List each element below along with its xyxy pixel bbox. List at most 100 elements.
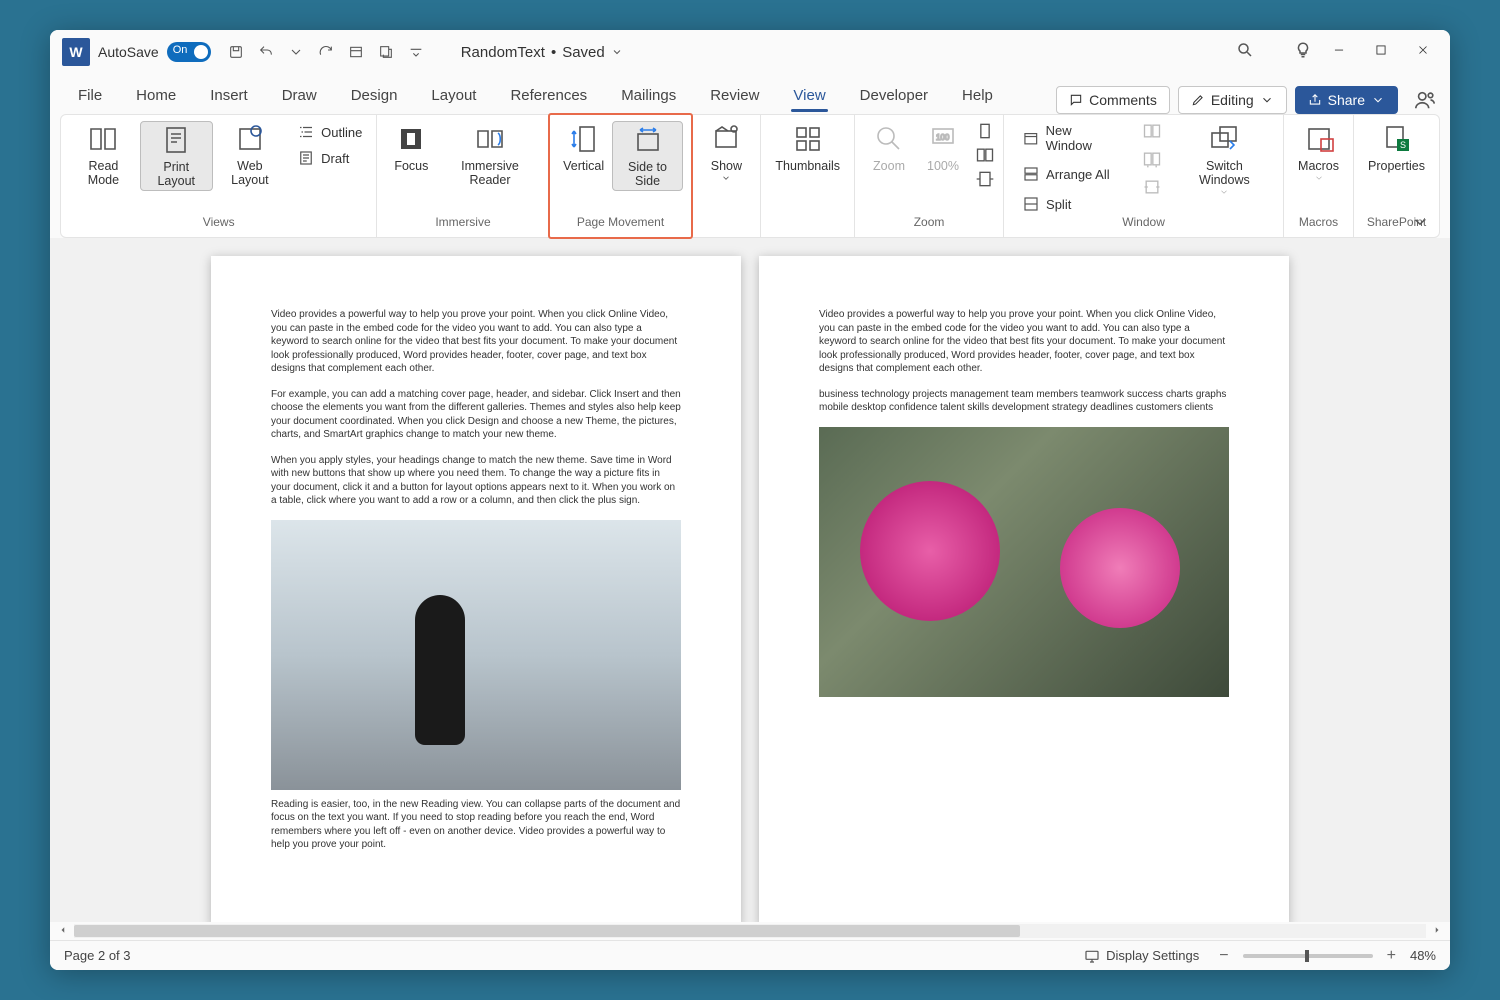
minimize-icon[interactable] (1332, 43, 1346, 62)
tab-references[interactable]: References (496, 79, 601, 114)
autosave-toggle[interactable]: On (167, 42, 211, 62)
page2-image-flowers[interactable] (819, 427, 1229, 697)
vertical-button[interactable]: Vertical (558, 121, 610, 175)
draft-icon (297, 149, 315, 167)
side-to-side-button[interactable]: Side to Side (612, 121, 684, 191)
tab-design[interactable]: Design (337, 79, 412, 114)
document-title[interactable]: RandomText • Saved (461, 44, 623, 61)
tab-review[interactable]: Review (696, 79, 773, 114)
tab-draw[interactable]: Draw (268, 79, 331, 114)
p1-para4: Reading is easier, too, in the new Readi… (271, 798, 681, 852)
tab-view[interactable]: View (779, 79, 839, 114)
share-button[interactable]: Share (1295, 86, 1398, 114)
qat-button-1[interactable] (343, 39, 369, 65)
focus-icon (395, 123, 427, 155)
word-app-icon: W (62, 38, 90, 66)
ribbon-collapse-icon[interactable] (1411, 213, 1429, 231)
focus-button[interactable]: Focus (385, 121, 437, 175)
outline-icon (297, 123, 315, 141)
autosave-state: On (173, 44, 188, 56)
read-mode-icon (87, 123, 119, 155)
draft-button[interactable]: Draft (291, 147, 368, 169)
p1-para1: Video provides a powerful way to help yo… (271, 308, 681, 376)
group-page-movement: Vertical Side to Side Page Movement (550, 115, 693, 237)
macros-button[interactable]: Macros (1292, 121, 1345, 185)
app-window: W AutoSave On RandomText • Saved File H (50, 30, 1450, 970)
account-icon[interactable] (1414, 89, 1436, 111)
print-layout-button[interactable]: Print Layout (140, 121, 213, 191)
web-layout-icon (234, 123, 266, 155)
arrange-all-icon (1022, 165, 1040, 183)
tab-home[interactable]: Home (122, 79, 190, 114)
show-button[interactable]: Show (700, 121, 752, 185)
web-layout-button[interactable]: Web Layout (215, 121, 286, 189)
thumbnails-button[interactable]: Thumbnails (769, 121, 846, 175)
qat-button-2[interactable] (373, 39, 399, 65)
page-indicator[interactable]: Page 2 of 3 (64, 948, 131, 963)
show-icon (710, 123, 742, 155)
properties-button[interactable]: SProperties (1362, 121, 1431, 175)
immersive-reader-icon (474, 123, 506, 155)
page1-image-office[interactable] (271, 520, 681, 790)
arrange-all-button[interactable]: Arrange All (1016, 163, 1126, 185)
document-area[interactable]: Video provides a powerful way to help yo… (50, 238, 1450, 922)
read-mode-button[interactable]: Read Mode (69, 121, 138, 189)
group-show: Show (692, 115, 761, 237)
horizontal-scrollbar[interactable] (50, 922, 1450, 940)
outline-button[interactable]: Outline (291, 121, 368, 143)
editing-button[interactable]: Editing (1178, 86, 1287, 114)
scroll-right-icon[interactable] (1432, 922, 1442, 940)
maximize-icon[interactable] (1374, 43, 1388, 62)
status-bar: Page 2 of 3 Display Settings − + 48% (50, 940, 1450, 970)
scroll-track[interactable] (74, 924, 1426, 938)
switch-windows-button[interactable]: Switch Windows (1174, 121, 1275, 199)
group-label-zoom: Zoom (855, 215, 1003, 237)
qat-customize-icon[interactable] (403, 39, 429, 65)
thumbnails-icon (792, 123, 824, 155)
group-label-window: Window (1004, 215, 1283, 237)
lightbulb-icon[interactable] (1294, 41, 1312, 64)
side-to-side-icon (632, 124, 664, 156)
group-label-views: Views (61, 215, 376, 237)
sync-scroll-icon (1142, 149, 1162, 169)
immersive-reader-button[interactable]: Immersive Reader (439, 121, 540, 189)
zoom-percent[interactable]: 48% (1410, 948, 1436, 963)
zoom-button: Zoom (863, 121, 915, 175)
zoom-icon (873, 123, 905, 155)
vertical-icon (568, 123, 600, 155)
split-button[interactable]: Split (1016, 193, 1126, 215)
tab-layout[interactable]: Layout (417, 79, 490, 114)
title-bar: W AutoSave On RandomText • Saved (50, 30, 1450, 74)
reset-window-icon (1142, 177, 1162, 197)
scroll-left-icon[interactable] (58, 922, 68, 940)
page-1[interactable]: Video provides a powerful way to help yo… (211, 256, 741, 922)
comments-button[interactable]: Comments (1056, 86, 1170, 114)
tab-developer[interactable]: Developer (846, 79, 942, 114)
undo-dropdown-icon[interactable] (283, 39, 309, 65)
scroll-thumb[interactable] (74, 925, 1020, 937)
zoom-in-icon[interactable]: + (1383, 947, 1400, 965)
zoom-slider[interactable] (1243, 954, 1373, 958)
group-views: Read Mode Print Layout Web Layout Outlin… (61, 115, 377, 237)
switch-windows-icon (1208, 123, 1240, 155)
group-label-immersive: Immersive (377, 215, 548, 237)
p1-para3: When you apply styles, your headings cha… (271, 454, 681, 508)
svg-text:100: 100 (936, 133, 950, 142)
new-window-button[interactable]: New Window (1016, 121, 1126, 155)
tab-mailings[interactable]: Mailings (607, 79, 690, 114)
display-settings-button[interactable]: Display Settings (1084, 948, 1199, 964)
redo-icon[interactable] (313, 39, 339, 65)
multi-page-icon (975, 145, 995, 165)
close-icon[interactable] (1416, 43, 1430, 62)
print-layout-icon (160, 124, 192, 156)
search-icon[interactable] (1236, 41, 1254, 64)
tab-insert[interactable]: Insert (196, 79, 262, 114)
tab-file[interactable]: File (64, 79, 116, 114)
save-icon[interactable] (223, 39, 249, 65)
undo-icon[interactable] (253, 39, 279, 65)
tab-help[interactable]: Help (948, 79, 1007, 114)
view-side-by-side-icon (1142, 121, 1162, 141)
zoom-out-icon[interactable]: − (1215, 947, 1232, 965)
autosave-label: AutoSave (98, 44, 159, 60)
page-2[interactable]: Video provides a powerful way to help yo… (759, 256, 1289, 922)
